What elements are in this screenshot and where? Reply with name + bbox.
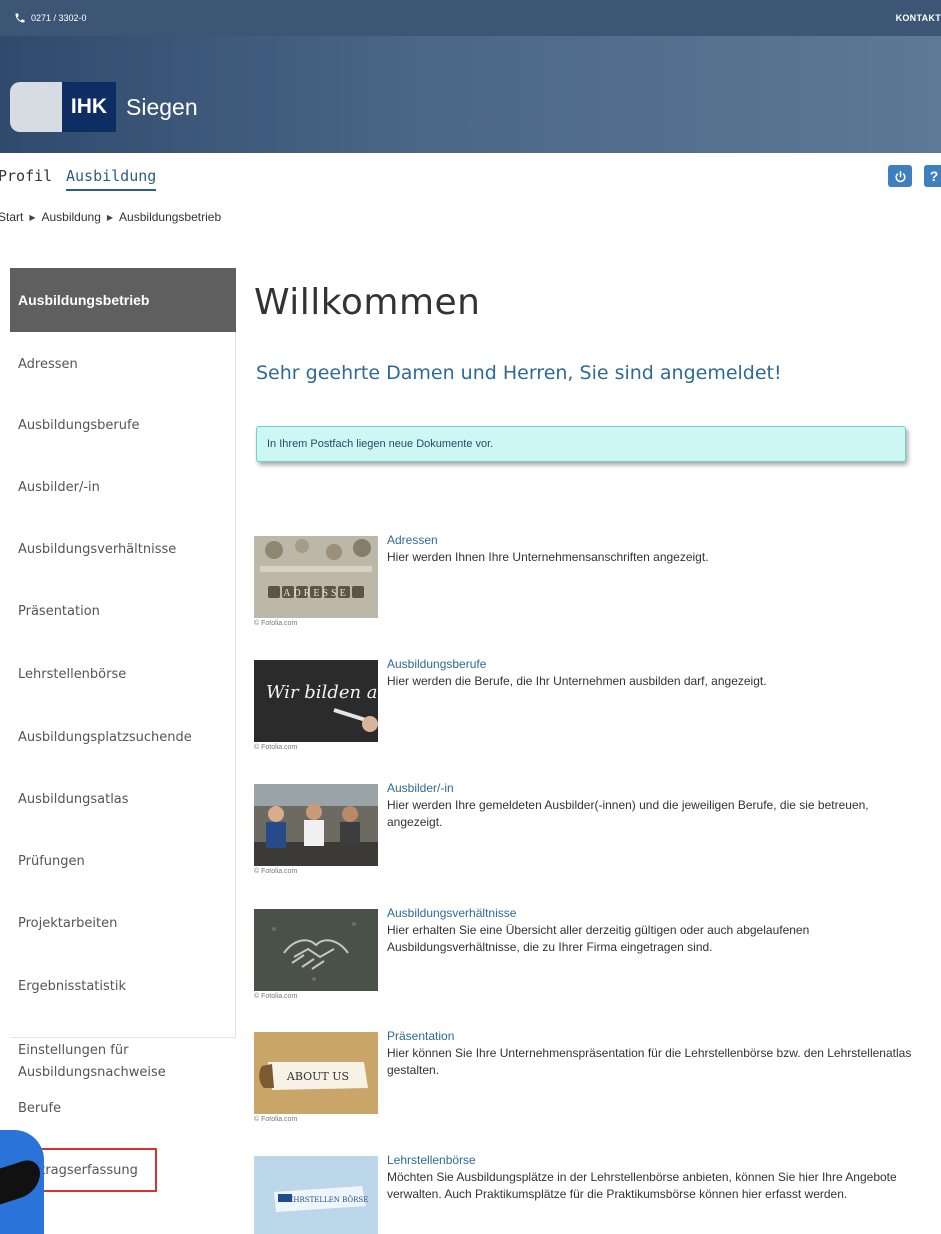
card-title[interactable]: Ausbilder/-in (387, 781, 454, 795)
thumb-image (254, 784, 378, 866)
sidebar-item-ausbildungsatlas[interactable]: Ausbildungsatlas (10, 790, 236, 809)
sidebar-item-lehrstellenboerse[interactable]: Lehrstellenbörse (10, 665, 236, 684)
sidebar-item-praesentation[interactable]: Präsentation (10, 602, 236, 621)
contact-link[interactable]: KONTAKT (896, 13, 941, 23)
sidebar-item-projektarbeiten[interactable]: Projektarbeiten (10, 914, 236, 933)
power-icon (894, 170, 906, 182)
card-title[interactable]: Lehrstellenbörse (387, 1153, 476, 1167)
image-credit: © Fotolia.com (254, 744, 298, 751)
logo-abbr: IHK (70, 95, 108, 118)
breadcrumb: Start ▶ Ausbildung ▶ Ausbildungsbetrieb (0, 210, 221, 224)
card-description: Hier werden Ihre gemeldeten Ausbilder(-i… (387, 798, 869, 829)
thumb-text: ABOUT US (286, 1070, 349, 1083)
breadcrumb-ausbildung[interactable]: Ausbildung (42, 210, 101, 224)
ihk-logo[interactable]: IHK Siegen (10, 82, 198, 132)
sidebar-item-pruefungen[interactable]: Prüfungen (10, 852, 236, 871)
thumb-image: Wir bilden aus! (254, 660, 378, 742)
sidebar-item-ergebnisstatistik[interactable]: Ergebnisstatistik (10, 977, 236, 996)
thumb-image (254, 909, 378, 991)
card-title[interactable]: Adressen (387, 533, 438, 547)
sidebar-item-berufe[interactable]: Berufe (18, 1101, 61, 1116)
card-ausbilder: © Fotolia.com Ausbilder/-in Hier werden … (254, 781, 914, 894)
top-bar: 0271 / 3302-0 KONTAKT (0, 0, 941, 36)
card-description: Hier werden die Berufe, die Ihr Unterneh… (387, 674, 767, 688)
logout-button[interactable] (888, 165, 912, 187)
thumb-text: LEHRSTELLEN BÖRSE (284, 1195, 369, 1204)
image-credit: © Fotolia.com (254, 993, 298, 1000)
main-nav: Profil Ausbildung ? (0, 153, 941, 199)
breadcrumb-separator-icon: ▶ (29, 212, 36, 222)
breadcrumb-separator-icon: ▶ (106, 212, 114, 222)
card-ausbildungsberufe: Wir bilden aus! © Fotolia.com Ausbildung… (254, 657, 914, 770)
sidebar-item-ausbildungsberufe[interactable]: Ausbildungsberufe (10, 416, 236, 435)
card-description: Möchten Sie Ausbildungsplätze in der Leh… (387, 1170, 897, 1201)
breadcrumb-current: Ausbildungsbetrieb (119, 210, 222, 224)
tab-profil[interactable]: Profil (0, 167, 52, 185)
sidebar-item-ausbildungsplatzsuchende[interactable]: Ausbildungsplatzsuchende (10, 728, 236, 747)
thumb-text: Wir bilden aus! (266, 682, 378, 703)
card-description: Hier werden Ihnen Ihre Unternehmensansch… (387, 550, 709, 564)
card-title[interactable]: Ausbildungsverhältnisse (387, 906, 516, 920)
postfach-alert[interactable]: In Ihrem Postfach liegen neue Dokumente … (256, 426, 906, 462)
sidebar-item-einstellungen[interactable]: Einstellungen für Ausbildungsnachweise (18, 1040, 218, 1084)
thumb-image: ABOUT US (254, 1032, 378, 1114)
thumb-image: LEHRSTELLEN BÖRSE (254, 1156, 378, 1234)
sidebar-item-ausbildungsverhaeltnisse[interactable]: Ausbildungsverhältnisse (10, 540, 236, 559)
card-praesentation: ABOUT US © Fotolia.com Präsentation Hier… (254, 1029, 914, 1142)
thumb-image: ADRESSE (254, 536, 378, 618)
card-title[interactable]: Präsentation (387, 1029, 454, 1043)
image-credit: © Fotolia.com (254, 1116, 298, 1123)
help-button[interactable]: ? (924, 165, 941, 187)
logo-light-block (10, 82, 62, 132)
sidebar: Ausbildungsbetrieb Adressen Ausbildungsb… (10, 268, 236, 1038)
greeting-text: Sehr geehrte Damen und Herren, Sie sind … (256, 362, 782, 384)
thumb-text: ADRESSE (283, 588, 348, 599)
image-credit: © Fotolia.com (254, 620, 298, 627)
phone-link[interactable]: 0271 / 3302-0 (14, 12, 87, 24)
tab-ausbildung[interactable]: Ausbildung (66, 167, 157, 191)
sidebar-item-ausbilder[interactable]: Ausbilder/-in (10, 478, 236, 497)
logo-dark-block: IHK (62, 82, 116, 132)
card-lehrstellenboerse: LEHRSTELLEN BÖRSE Lehrstellenbörse Möcht… (254, 1153, 914, 1234)
sidebar-item-ausbildungsbetrieb[interactable]: Ausbildungsbetrieb (10, 268, 236, 332)
card-ausbildungsverhaeltnisse: © Fotolia.com Ausbildungsverhältnisse Hi… (254, 906, 914, 1019)
header-banner: IHK Siegen (0, 36, 941, 153)
image-credit: © Fotolia.com (254, 868, 298, 875)
card-description: Hier können Sie Ihre Unternehmenspräsent… (387, 1046, 912, 1077)
phone-icon (15, 13, 25, 23)
breadcrumb-start[interactable]: Start (0, 210, 23, 224)
card-description: Hier erhalten Sie eine Übersicht aller d… (387, 923, 810, 954)
logo-city: Siegen (126, 93, 198, 120)
page-title: Willkommen (254, 282, 481, 323)
card-adressen: ADRESSE © Fotolia.com Adressen Hier werd… (254, 533, 914, 646)
phone-number: 0271 / 3302-0 (31, 13, 87, 23)
sidebar-item-adressen[interactable]: Adressen (10, 355, 236, 374)
card-title[interactable]: Ausbildungsberufe (387, 657, 486, 671)
